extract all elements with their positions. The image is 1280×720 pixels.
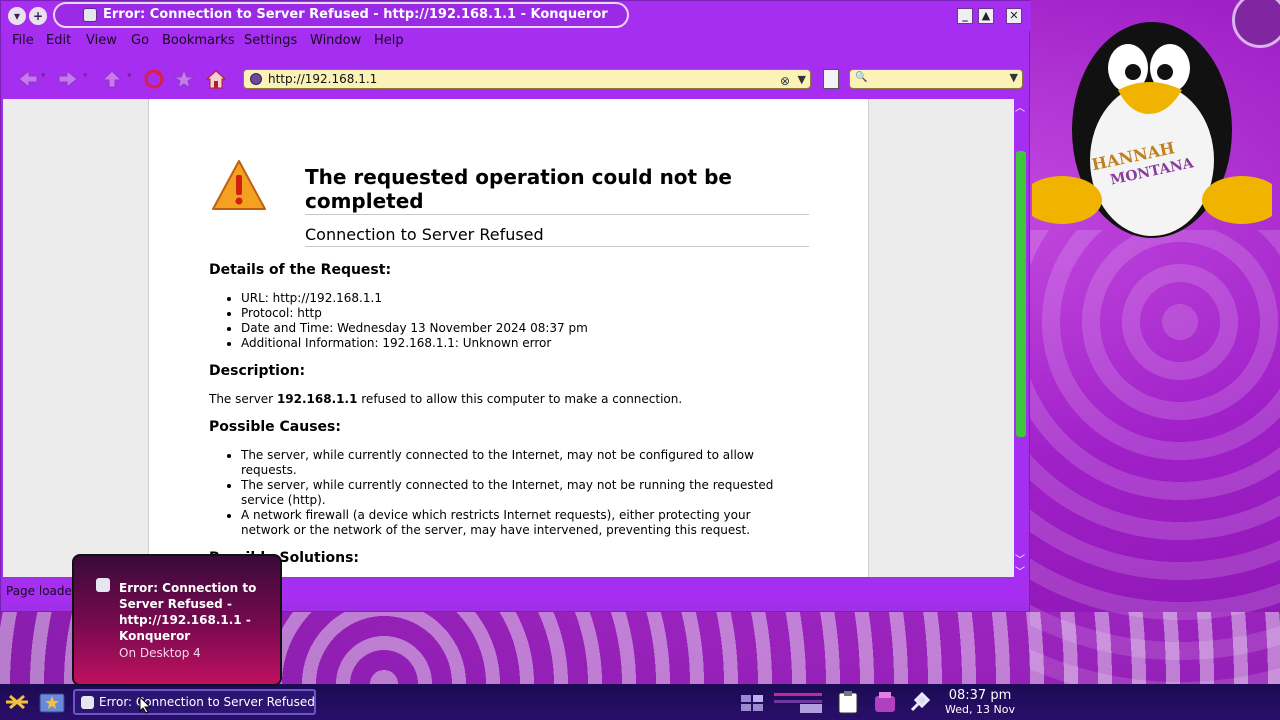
error-page: The requested operation could not be com… bbox=[148, 99, 869, 577]
menu-edit[interactable]: Edit bbox=[46, 33, 71, 48]
scroll-up-arrow-icon[interactable]: ︿ bbox=[1015, 99, 1025, 114]
scroll-down-arrow-icon[interactable]: ﹀ bbox=[1015, 563, 1025, 578]
close-button[interactable]: ✕ bbox=[1006, 8, 1022, 24]
description-heading: Description: bbox=[209, 363, 306, 379]
task-tooltip: Error: Connection to Server Refused - ht… bbox=[72, 554, 282, 686]
search-engine-icon[interactable]: 🔍 bbox=[855, 72, 867, 83]
menu-window[interactable]: Window bbox=[310, 33, 361, 48]
detail-date-time: Date and Time: Wednesday 13 November 202… bbox=[241, 321, 801, 336]
title-bar[interactable]: ▾ + Error: Connection to Server Refused … bbox=[1, 1, 1031, 31]
tooltip-desktop: On Desktop 4 bbox=[119, 646, 201, 660]
details-list: URL: http://192.168.1.1 Protocol: http D… bbox=[241, 291, 801, 351]
window-title: Error: Connection to Server Refused - ht… bbox=[53, 2, 629, 28]
up-dropdown-icon[interactable]: ▾ bbox=[127, 71, 132, 81]
pager-icon[interactable] bbox=[740, 690, 764, 714]
konqueror-icon bbox=[96, 578, 110, 592]
details-heading: Details of the Request: bbox=[209, 262, 392, 278]
menu-settings[interactable]: Settings bbox=[244, 33, 297, 48]
home-icon[interactable] bbox=[205, 69, 227, 89]
subtitle-divider bbox=[305, 246, 809, 247]
desktop-pager-icon[interactable] bbox=[772, 690, 824, 714]
detail-additional-info: Additional Information: 192.168.1.1: Unk… bbox=[241, 336, 801, 351]
back-arrow-icon[interactable] bbox=[17, 69, 39, 89]
web-content-area: The requested operation could not be com… bbox=[3, 99, 1014, 577]
konqueror-window: ▾ + Error: Connection to Server Refused … bbox=[0, 0, 1031, 612]
konqueror-icon bbox=[83, 8, 97, 22]
clock-date: Wed, 13 Nov bbox=[945, 703, 1015, 716]
pin-window-icon[interactable]: + bbox=[29, 7, 47, 25]
menu-bar: File Edit View Go Bookmarks Settings Win… bbox=[3, 31, 1029, 53]
warning-icon bbox=[212, 160, 266, 210]
location-bar[interactable]: http://192.168.1.1 ⊗ ▼ bbox=[243, 69, 811, 89]
minimize-button[interactable]: _ bbox=[957, 8, 973, 24]
reload-icon[interactable] bbox=[143, 69, 165, 89]
taskbar: Error: Connection to Server Refused 08:3… bbox=[0, 684, 1280, 720]
error-subtitle: Connection to Server Refused bbox=[305, 225, 544, 244]
clear-location-icon[interactable]: ⊗ bbox=[780, 72, 790, 90]
clipboard-icon[interactable] bbox=[836, 690, 860, 714]
detail-protocol: Protocol: http bbox=[241, 306, 801, 321]
causes-heading: Possible Causes: bbox=[209, 419, 341, 435]
tux-penguin-wallpaper: HANNAH MONTANA bbox=[1032, 22, 1272, 238]
forward-arrow-icon[interactable] bbox=[57, 69, 79, 89]
konqueror-icon bbox=[81, 696, 94, 709]
detail-url: URL: http://192.168.1.1 bbox=[241, 291, 801, 306]
network-plug-icon[interactable] bbox=[908, 690, 932, 714]
title-divider bbox=[305, 214, 809, 215]
cause-item: A network firewall (a device which restr… bbox=[241, 508, 801, 538]
clock-time: 08:37 pm bbox=[948, 688, 1012, 703]
up-arrow-icon[interactable] bbox=[101, 69, 123, 89]
description-text: The server 192.168.1.1 refused to allow … bbox=[209, 392, 683, 406]
location-history-dropdown-icon[interactable]: ▼ bbox=[798, 71, 806, 89]
description-server: 192.168.1.1 bbox=[276, 392, 358, 406]
scrollbar-thumb[interactable] bbox=[1016, 151, 1026, 437]
menu-file[interactable]: File bbox=[12, 33, 34, 48]
site-globe-icon bbox=[250, 73, 262, 85]
back-history-dropdown-icon[interactable]: ▾ bbox=[41, 71, 46, 81]
vertical-scrollbar[interactable]: ︿ ﹀ ﹀ bbox=[1014, 99, 1028, 578]
forward-history-dropdown-icon[interactable]: ▾ bbox=[83, 71, 88, 81]
window-menu-icon[interactable]: ▾ bbox=[8, 7, 26, 25]
cause-item: The server, while currently connected to… bbox=[241, 448, 801, 478]
kde-menu-icon[interactable] bbox=[4, 690, 30, 714]
error-title: The requested operation could not be com… bbox=[305, 165, 732, 213]
stop-icon[interactable] bbox=[173, 69, 195, 89]
mouse-cursor-icon bbox=[139, 696, 151, 714]
menu-help[interactable]: Help bbox=[374, 33, 404, 48]
location-url[interactable]: http://192.168.1.1 bbox=[268, 72, 377, 86]
search-field[interactable]: 🔍 ▼ bbox=[849, 69, 1023, 89]
maximize-button[interactable]: ▲ bbox=[978, 8, 994, 24]
menu-bookmarks[interactable]: Bookmarks bbox=[162, 33, 235, 48]
menu-view[interactable]: View bbox=[86, 33, 117, 48]
clock[interactable]: 08:37 pm Wed, 13 Nov bbox=[934, 688, 1026, 717]
home-folder-icon[interactable] bbox=[38, 688, 66, 716]
update-notifier-icon[interactable] bbox=[873, 690, 897, 714]
menu-go[interactable]: Go bbox=[131, 33, 149, 48]
search-engine-dropdown-icon[interactable]: ▼ bbox=[1010, 71, 1018, 84]
add-bookmark-icon[interactable] bbox=[823, 69, 839, 89]
tooltip-title: Error: Connection to Server Refused - ht… bbox=[119, 581, 257, 643]
causes-list: The server, while currently connected to… bbox=[241, 448, 801, 538]
taskbar-task-konqueror[interactable]: Error: Connection to Server Refused bbox=[73, 689, 316, 715]
cause-item: The server, while currently connected to… bbox=[241, 478, 801, 508]
